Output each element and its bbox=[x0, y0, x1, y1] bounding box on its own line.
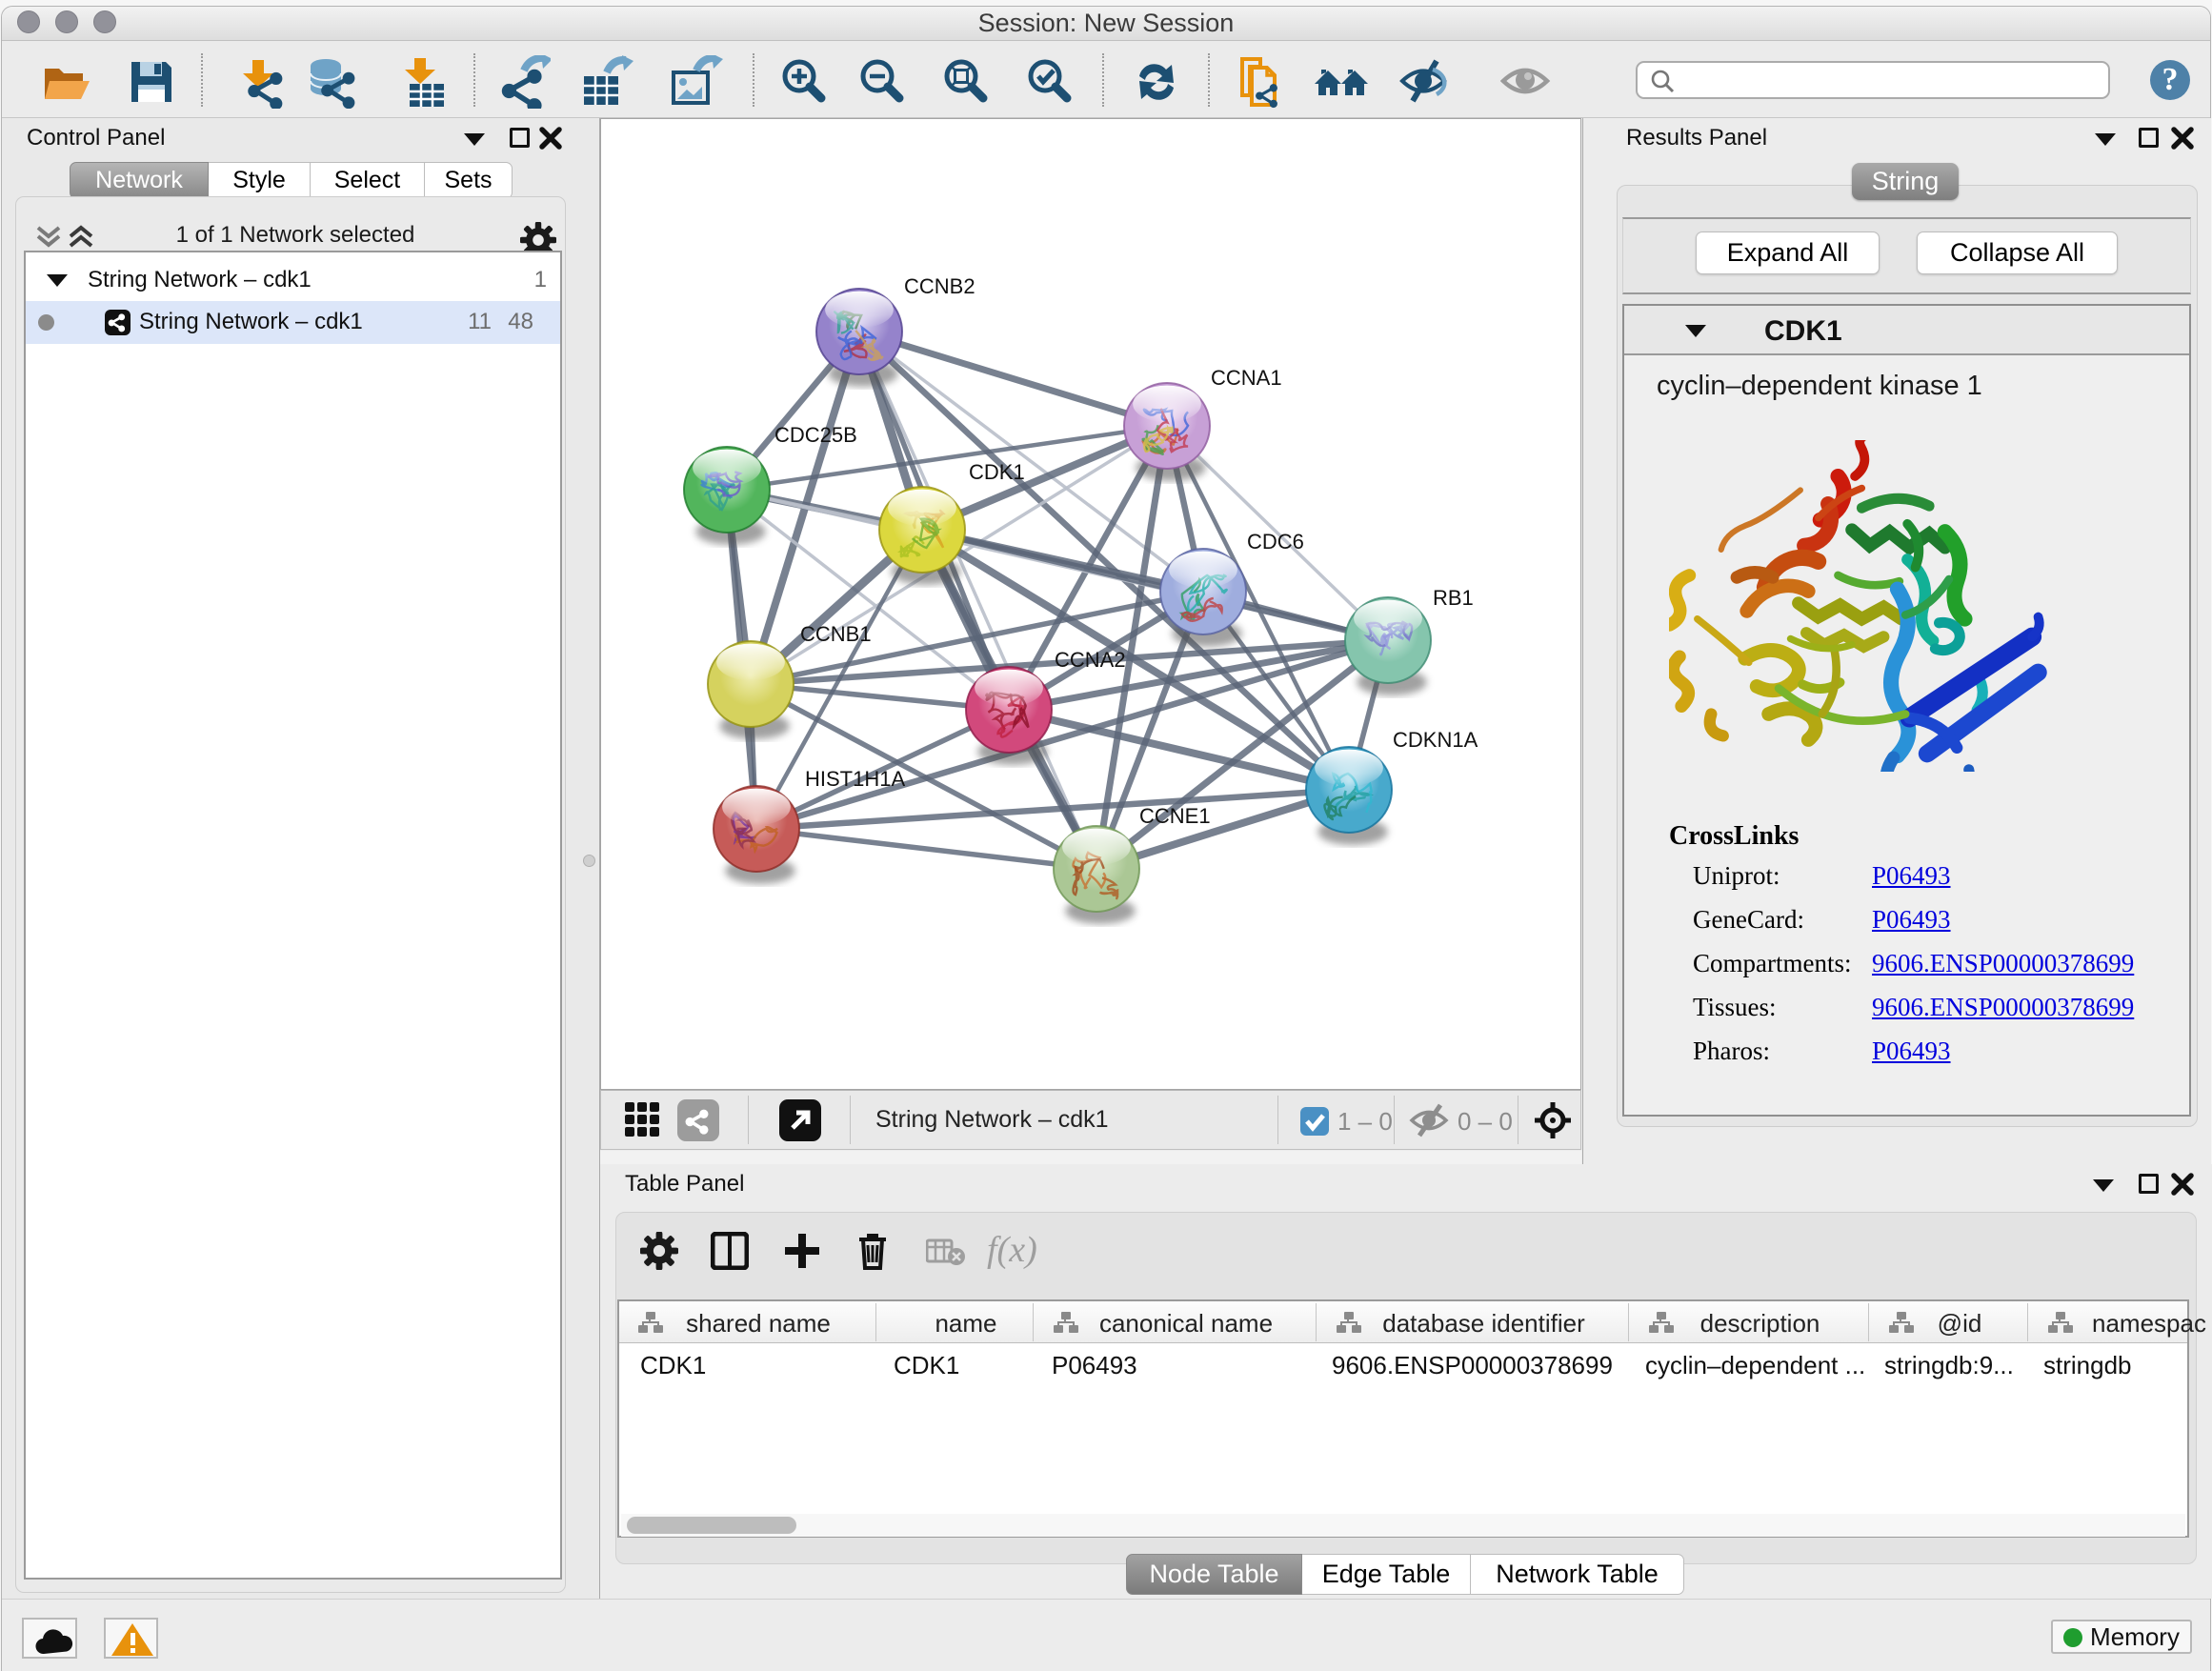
svg-text:CCNB1: CCNB1 bbox=[800, 622, 872, 646]
svg-text:RB1: RB1 bbox=[1433, 586, 1474, 610]
svg-text:CDC25B: CDC25B bbox=[774, 423, 857, 447]
svg-text:CDC6: CDC6 bbox=[1247, 530, 1304, 554]
svg-text:CCNA1: CCNA1 bbox=[1211, 366, 1282, 390]
svg-text:CDKN1A: CDKN1A bbox=[1393, 728, 1478, 752]
svg-text:CCNE1: CCNE1 bbox=[1139, 804, 1211, 828]
svg-text:HIST1H1A: HIST1H1A bbox=[805, 767, 905, 791]
svg-text:CDK1: CDK1 bbox=[969, 460, 1025, 484]
svg-text:CCNA2: CCNA2 bbox=[1055, 648, 1126, 672]
svg-text:CCNB2: CCNB2 bbox=[904, 274, 975, 298]
